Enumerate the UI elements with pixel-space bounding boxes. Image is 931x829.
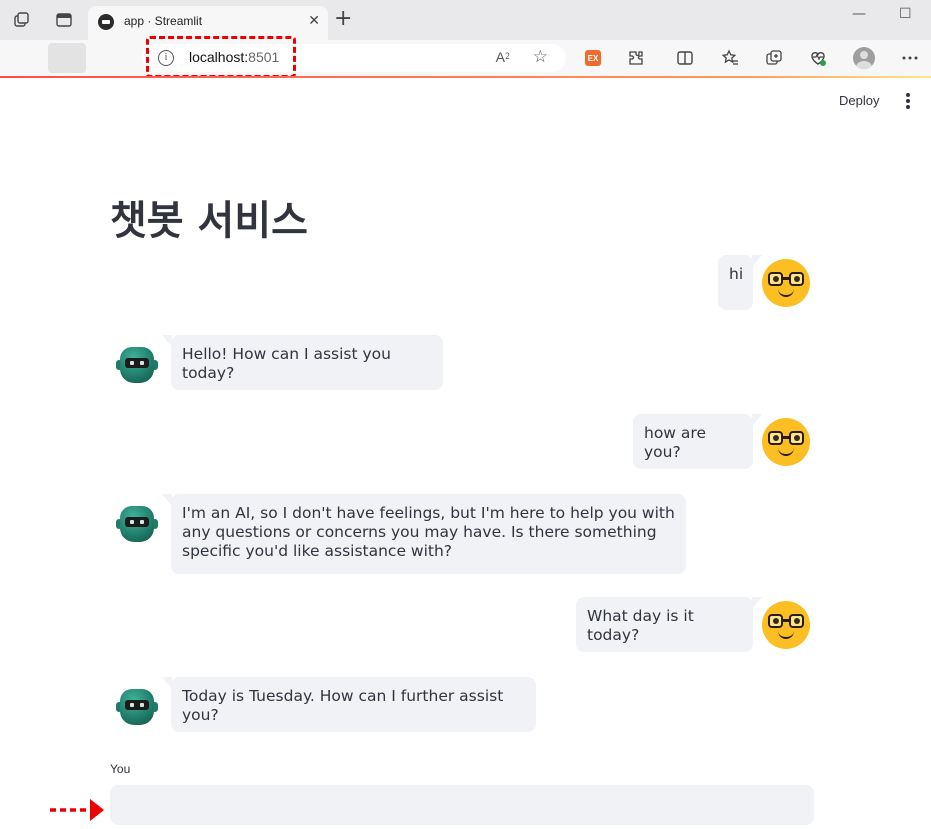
user-avatar-icon: [762, 259, 810, 307]
chat-text-input[interactable]: [110, 785, 814, 825]
streamlit-top-decoration: [0, 76, 931, 78]
assistant-message: I'm an AI, so I don't have feelings, but…: [162, 494, 686, 574]
user-avatar-icon: [762, 418, 810, 466]
user-message: hi: [718, 255, 762, 310]
minimize-icon[interactable]: —: [852, 6, 866, 22]
user-avatar-icon: [762, 601, 810, 649]
bot-avatar-icon: [116, 345, 158, 387]
streamlit-favicon-icon: [98, 14, 114, 30]
annotation-url-highlight: [146, 36, 296, 78]
message-text: What day is it today?: [587, 607, 694, 644]
input-label: You: [110, 762, 131, 776]
page-title: 챗봇 서비스: [110, 198, 308, 244]
tab-actions-icon[interactable]: [12, 10, 32, 30]
extensions-icon[interactable]: [626, 48, 646, 68]
main-menu-icon[interactable]: [905, 93, 911, 109]
collections-icon[interactable]: [764, 48, 784, 68]
vertical-tabs-icon[interactable]: [54, 10, 74, 30]
tab-title: app · Streamlit: [124, 14, 203, 28]
bot-avatar-icon: [116, 687, 158, 729]
message-text: Today is Tuesday. How can I further assi…: [182, 687, 504, 724]
message-text: how are you?: [644, 424, 706, 461]
new-tab-button[interactable]: +: [334, 8, 352, 30]
browser-essentials-icon[interactable]: [808, 48, 828, 68]
assistant-message: Today is Tuesday. How can I further assi…: [162, 677, 536, 732]
reload-hover-bg: [48, 43, 86, 73]
split-screen-icon[interactable]: [675, 48, 695, 68]
maximize-icon[interactable]: ☐: [899, 6, 912, 22]
more-icon[interactable]: [900, 48, 920, 68]
user-message: how are you?: [633, 414, 762, 469]
bot-avatar-icon: [116, 504, 158, 546]
deploy-button[interactable]: Deploy: [839, 93, 879, 108]
extension-ex-icon[interactable]: EX: [585, 50, 601, 66]
browser-tab-bar: app · Streamlit ✕ + — ☐: [0, 0, 931, 40]
message-text: hi: [729, 265, 744, 283]
browser-tab-active[interactable]: app · Streamlit ✕: [88, 6, 328, 40]
message-text: Hello! How can I assist you today?: [182, 345, 391, 382]
favorite-star-icon[interactable]: ☆: [533, 47, 548, 67]
favorites-icon[interactable]: [720, 48, 740, 68]
tab-close-icon[interactable]: ✕: [308, 13, 320, 29]
read-aloud-icon[interactable]: A⁲: [496, 49, 510, 67]
annotation-arrow-icon: [50, 799, 104, 821]
user-message: What day is it today?: [576, 597, 762, 652]
assistant-message: Hello! How can I assist you today?: [162, 335, 443, 390]
profile-icon[interactable]: [853, 47, 875, 69]
message-text: I'm an AI, so I don't have feelings, but…: [182, 504, 675, 560]
